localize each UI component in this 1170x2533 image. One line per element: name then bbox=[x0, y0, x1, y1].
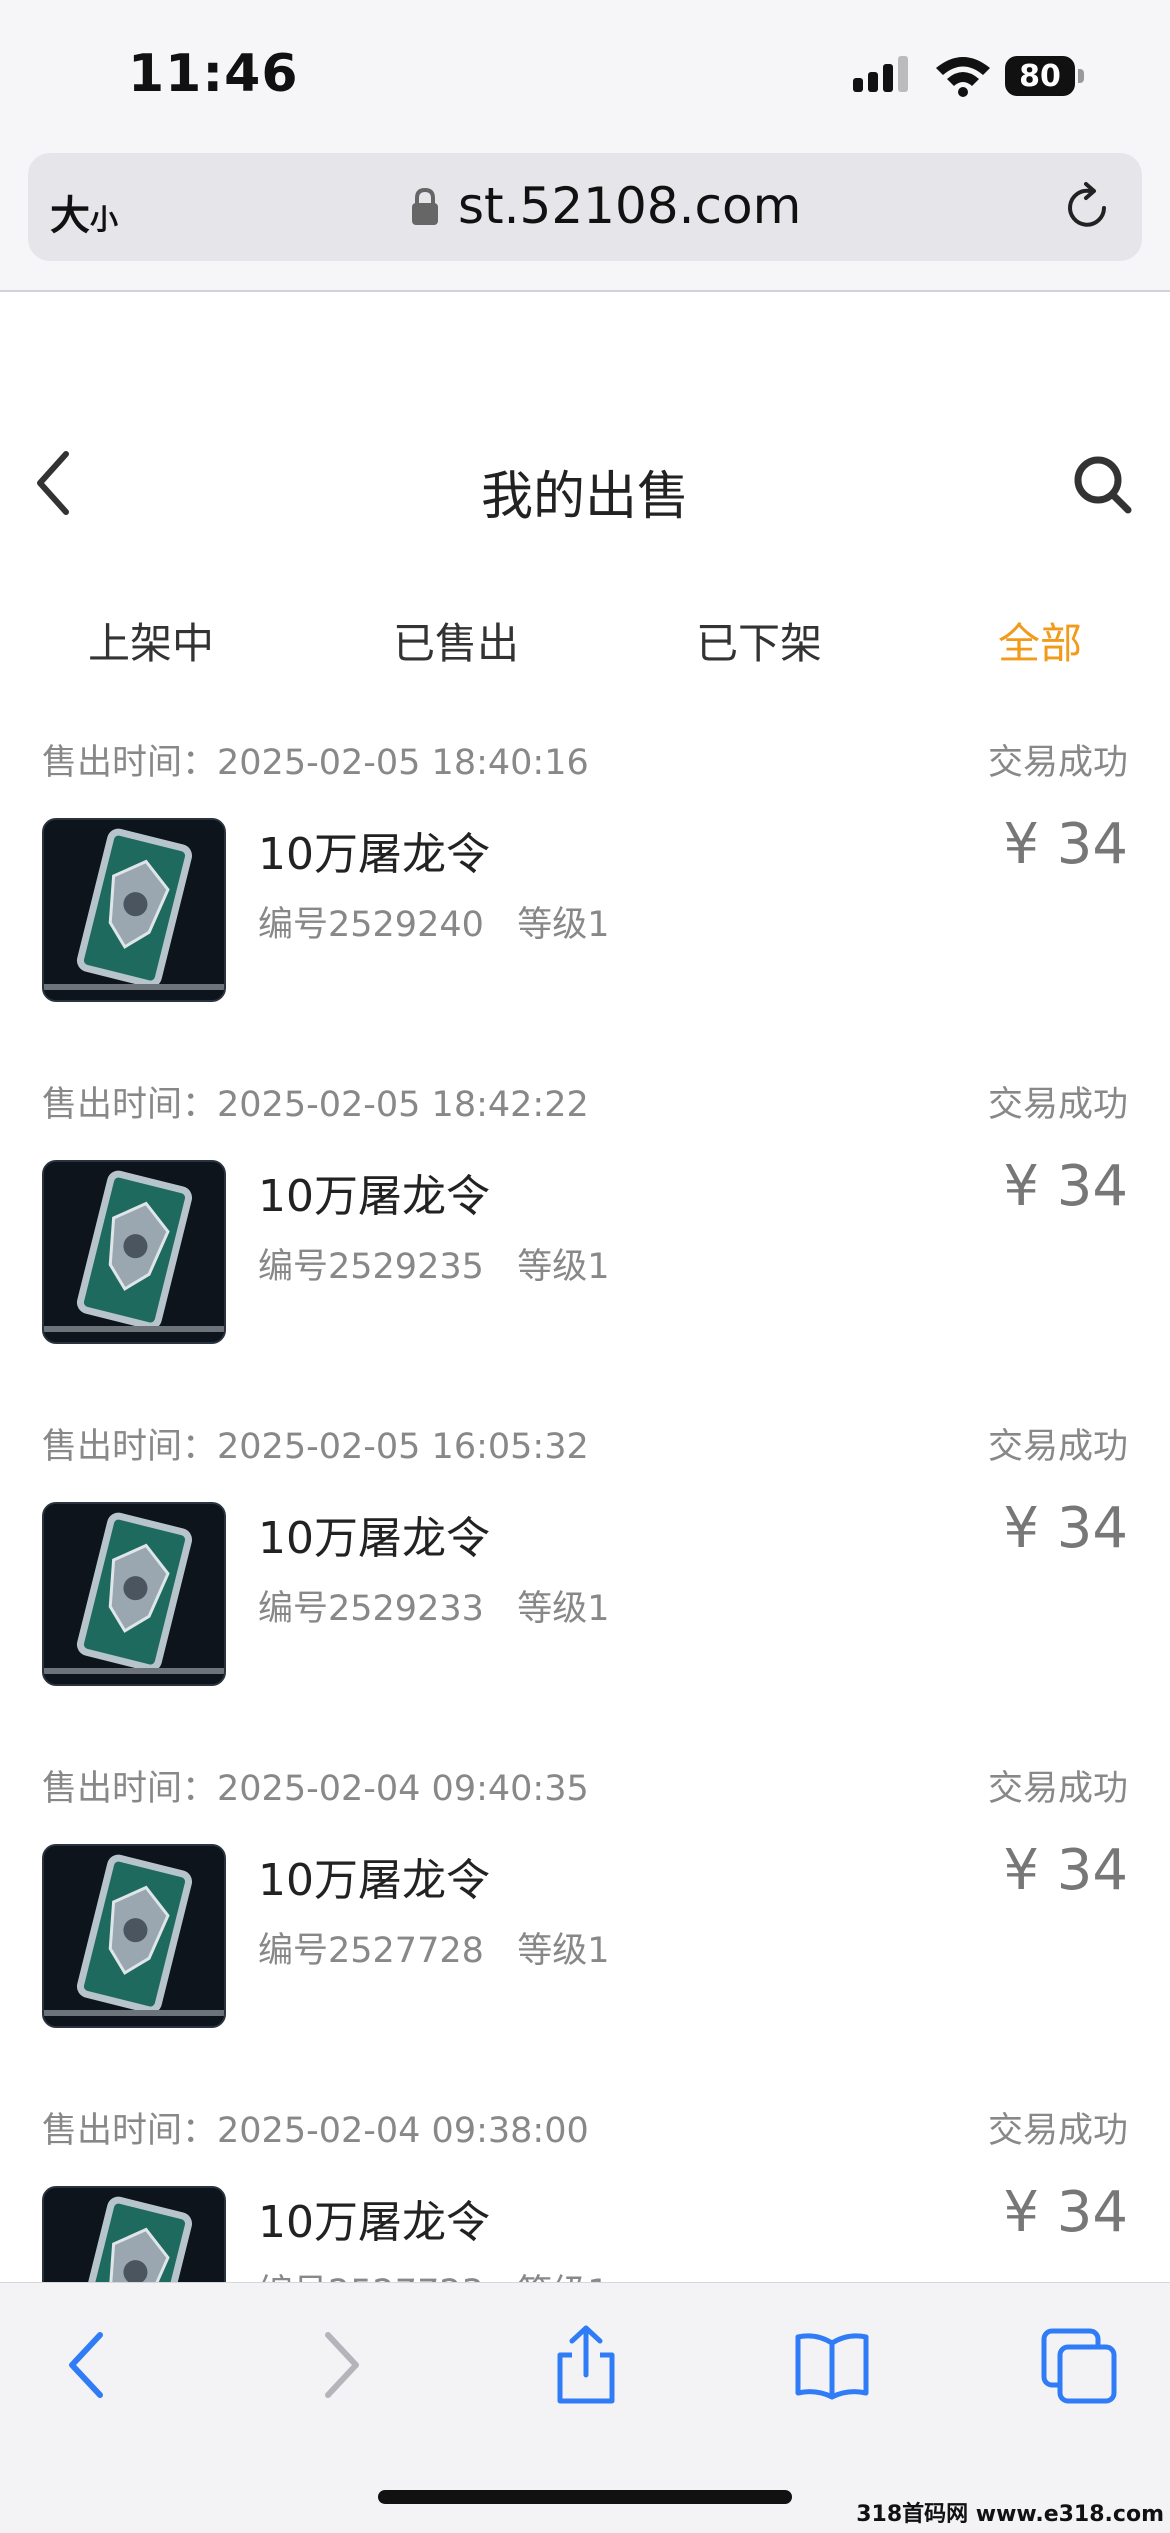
home-indicator[interactable] bbox=[378, 2490, 792, 2504]
status-badge: 交易成功 bbox=[987, 743, 1128, 783]
item-meta: 编号2527728 等级1 bbox=[258, 1922, 610, 1973]
sale-time-label: 售出时间： bbox=[42, 1085, 218, 1125]
battery-level: 80 bbox=[1019, 59, 1061, 94]
item-image bbox=[42, 818, 226, 1002]
sale-time-value: 2025-02-05 18:40:16 bbox=[217, 743, 589, 783]
sale-time: 售出时间：2025-02-05 16:05:32 bbox=[42, 1418, 589, 1469]
item-image bbox=[42, 1844, 226, 2028]
status-badge: 交易成功 bbox=[987, 2111, 1128, 2151]
tab-all[interactable]: 全部 bbox=[998, 610, 1082, 671]
item-level: 等级1 bbox=[517, 1589, 610, 1629]
sale-time-value: 2025-02-04 09:38:00 bbox=[217, 2111, 589, 2151]
search-icon[interactable] bbox=[1070, 452, 1134, 516]
sale-time-label: 售出时间： bbox=[42, 1427, 218, 1467]
url-text[interactable]: st.52108.com bbox=[458, 177, 801, 235]
item-level: 等级1 bbox=[517, 2273, 609, 2282]
item-image bbox=[42, 2186, 226, 2282]
status-badge: 交易成功 bbox=[987, 1769, 1128, 1809]
item-level: 等级1 bbox=[517, 1247, 610, 1287]
sale-time-value: 2025-02-05 16:05:32 bbox=[217, 1427, 589, 1467]
tabs-icon[interactable] bbox=[1040, 2325, 1120, 2405]
item-id: 编号2527728 bbox=[258, 1931, 484, 1971]
sale-time: 售出时间：2025-02-04 09:38:00 bbox=[42, 2102, 589, 2153]
sale-time: 售出时间：2025-02-04 09:40:35 bbox=[42, 1760, 589, 1811]
item-name: 10万屠龙令 bbox=[258, 1855, 490, 1906]
item-level: 等级1 bbox=[517, 905, 610, 945]
browser-forward-icon[interactable] bbox=[300, 2325, 380, 2405]
browser-address-area: 大小 st.52108.com bbox=[0, 150, 1170, 292]
lock-icon bbox=[412, 187, 438, 225]
list-item[interactable]: 售出时间：2025-02-05 18:40:16 交易成功 10万屠龙令 编号2… bbox=[0, 706, 1170, 1044]
list-item[interactable]: 售出时间：2025-02-05 16:05:32 交易成功 10万屠龙令 编号2… bbox=[0, 1390, 1170, 1728]
item-price: ¥ 34 bbox=[1003, 1496, 1128, 1561]
tab-listed[interactable]: 上架中 bbox=[88, 610, 214, 671]
wifi-icon bbox=[936, 57, 990, 97]
sale-time-label: 售出时间： bbox=[42, 2111, 218, 2151]
sale-time: 售出时间：2025-02-05 18:40:16 bbox=[42, 734, 589, 785]
status-time: 11:46 bbox=[128, 44, 299, 104]
item-meta: 编号2529235 等级1 bbox=[258, 1238, 610, 1289]
browser-back-icon[interactable] bbox=[48, 2325, 128, 2405]
watermark: 318首码网 www.e318.com bbox=[856, 2502, 1164, 2527]
item-price: ¥ 34 bbox=[1003, 2180, 1128, 2245]
item-level: 等级1 bbox=[517, 1931, 610, 1971]
token-icon bbox=[44, 1846, 224, 2026]
status-badge: 交易成功 bbox=[987, 1085, 1128, 1125]
item-price: ¥ 34 bbox=[1003, 1154, 1128, 1219]
item-name: 10万屠龙令 bbox=[258, 2197, 490, 2248]
cellular-signal-icon bbox=[853, 56, 908, 92]
share-icon[interactable] bbox=[546, 2325, 626, 2405]
web-page: 我的出售 上架中 已售出 已下架 全部 售出时间：2025-02-05 18:4… bbox=[0, 292, 1170, 2282]
token-icon bbox=[44, 820, 224, 1000]
item-price: ¥ 34 bbox=[1003, 1838, 1128, 1903]
token-icon bbox=[44, 1504, 224, 1684]
token-icon bbox=[44, 1162, 224, 1342]
item-meta: 编号2527723 等级1 bbox=[258, 2264, 610, 2282]
address-bar[interactable]: 大小 st.52108.com bbox=[28, 153, 1142, 261]
item-image bbox=[42, 1502, 226, 1686]
item-meta: 编号2529233 等级1 bbox=[258, 1580, 610, 1631]
text-size-small: 小 bbox=[90, 203, 119, 236]
sale-time-label: 售出时间： bbox=[42, 1769, 218, 1809]
sale-time-value: 2025-02-04 09:40:35 bbox=[217, 1769, 589, 1809]
item-price: ¥ 34 bbox=[1003, 812, 1128, 877]
text-size-large: 大 bbox=[50, 193, 90, 239]
list-item[interactable]: 售出时间：2025-02-04 09:38:00 交易成功 10万屠龙令 编号2… bbox=[0, 2074, 1170, 2282]
text-size-button[interactable]: 大小 bbox=[50, 183, 118, 241]
tab-bar: 上架中 已售出 已下架 全部 bbox=[0, 592, 1170, 702]
sale-time-value: 2025-02-05 18:42:22 bbox=[217, 1085, 589, 1125]
item-name: 10万屠龙令 bbox=[258, 1171, 490, 1222]
bookmarks-icon[interactable] bbox=[792, 2325, 872, 2405]
status-bar: 11:46 80 bbox=[0, 0, 1170, 150]
battery-icon: 80 bbox=[1005, 56, 1085, 96]
token-icon bbox=[44, 2188, 224, 2282]
page-title: 我的出售 bbox=[480, 467, 689, 527]
status-badge: 交易成功 bbox=[987, 1427, 1128, 1467]
item-id: 编号2529235 bbox=[258, 1247, 484, 1287]
item-id: 编号2529240 bbox=[258, 905, 484, 945]
item-name: 10万屠龙令 bbox=[258, 1513, 490, 1564]
reload-icon[interactable] bbox=[1060, 181, 1114, 235]
list-item[interactable]: 售出时间：2025-02-04 09:40:35 交易成功 10万屠龙令 编号2… bbox=[0, 1732, 1170, 2070]
tab-delisted[interactable]: 已下架 bbox=[696, 610, 822, 671]
tab-sold[interactable]: 已售出 bbox=[393, 610, 519, 671]
item-name: 10万屠龙令 bbox=[258, 829, 490, 880]
sale-time-label: 售出时间： bbox=[42, 743, 218, 783]
item-image bbox=[42, 1160, 226, 1344]
item-meta: 编号2529240 等级1 bbox=[258, 896, 610, 947]
item-id: 编号2529233 bbox=[258, 1589, 484, 1629]
sale-time: 售出时间：2025-02-05 18:42:22 bbox=[42, 1076, 589, 1127]
item-id: 编号2527723 bbox=[258, 2273, 484, 2282]
page-header: 我的出售 bbox=[0, 412, 1170, 552]
list-item[interactable]: 售出时间：2025-02-05 18:42:22 交易成功 10万屠龙令 编号2… bbox=[0, 1048, 1170, 1386]
